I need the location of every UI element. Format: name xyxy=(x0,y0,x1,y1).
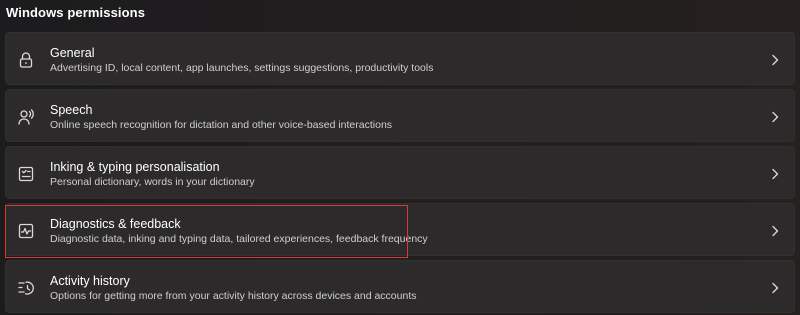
setting-item-general[interactable]: General Advertising ID, local content, a… xyxy=(5,32,795,85)
setting-item-title: Activity history xyxy=(50,274,130,288)
setting-item-subtitle: Advertising ID, local content, app launc… xyxy=(50,62,434,74)
setting-item-title: General xyxy=(50,46,95,60)
setting-item-title: Speech xyxy=(50,103,93,117)
setting-item-subtitle: Options for getting more from your activ… xyxy=(50,290,417,302)
setting-item-subtitle: Diagnostic data, inking and typing data,… xyxy=(50,233,428,245)
activity-history-icon xyxy=(17,279,35,297)
chevron-right-icon xyxy=(770,281,780,294)
chevron-right-icon xyxy=(770,110,780,123)
setting-item-subtitle: Personal dictionary, words in your dicti… xyxy=(50,176,255,188)
lock-icon xyxy=(17,51,35,69)
setting-item-activity-history[interactable]: Activity history Options for getting mor… xyxy=(5,260,795,313)
settings-page: Windows permissions General Advertising … xyxy=(0,0,800,315)
permissions-list: General Advertising ID, local content, a… xyxy=(5,32,795,315)
diagnostics-icon xyxy=(17,222,35,240)
setting-item-speech[interactable]: Speech Online speech recognition for dic… xyxy=(5,89,795,142)
inking-typing-icon xyxy=(17,165,35,183)
section-title: Windows permissions xyxy=(6,5,146,20)
setting-item-inking-typing[interactable]: Inking & typing personalisation Personal… xyxy=(5,146,795,199)
chevron-right-icon xyxy=(770,167,780,180)
setting-item-subtitle: Online speech recognition for dictation … xyxy=(50,119,393,131)
chevron-right-icon xyxy=(770,224,780,237)
setting-item-title: Inking & typing personalisation xyxy=(50,160,220,174)
chevron-right-icon xyxy=(770,53,780,66)
setting-item-title: Diagnostics & feedback xyxy=(50,217,181,231)
setting-item-diagnostics-feedback[interactable]: Diagnostics & feedback Diagnostic data, … xyxy=(5,203,795,256)
speech-icon xyxy=(17,108,35,126)
